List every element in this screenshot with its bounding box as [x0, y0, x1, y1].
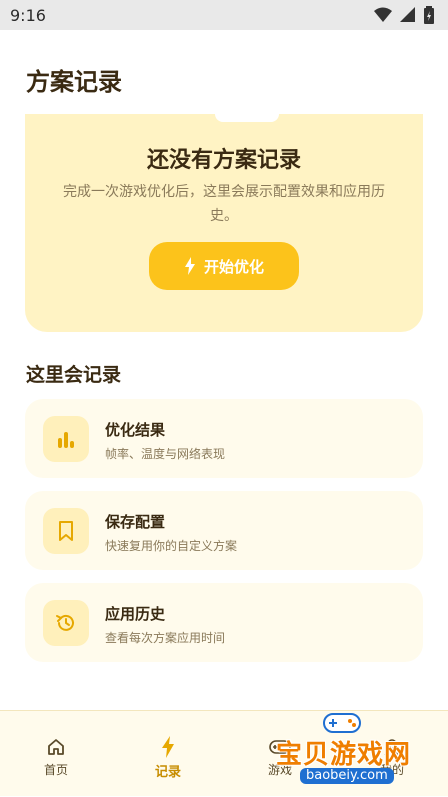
feature-title: 优化结果 — [105, 421, 166, 439]
lightning-icon — [184, 257, 195, 275]
nav-label: 首页 — [43, 763, 68, 777]
nav-item-home[interactable]: 首页 — [0, 711, 112, 797]
feature-icon-box — [43, 600, 89, 646]
empty-state-card: 还没有方案记录 完成一次游戏优化后，这里会展示配置效果和应用历史。 开始优化 — [25, 114, 423, 332]
feature-card-results: 优化结果 帧率、温度与网络表现 — [25, 399, 423, 478]
feature-icon-box — [43, 416, 89, 462]
status-bar: 9:16 — [0, 0, 448, 30]
page-title: 方案记录 — [26, 68, 122, 96]
feature-card-save: 保存配置 快速复用你的自定义方案 — [25, 491, 423, 570]
watermark-gamepad-icon — [323, 713, 361, 733]
feature-title: 应用历史 — [105, 605, 166, 623]
card-notch — [215, 114, 279, 122]
nav-item-records[interactable]: 记录 — [112, 711, 224, 797]
watermark-text: 宝贝游戏网 — [276, 740, 412, 770]
feature-title: 保存配置 — [105, 513, 166, 531]
feature-card-history: 应用历史 查看每次方案应用时间 — [25, 583, 423, 662]
empty-state-description: 完成一次游戏优化后，这里会展示配置效果和应用历史。 — [63, 184, 385, 224]
watermark-url: baobeiy.com — [300, 768, 394, 784]
home-icon — [48, 739, 64, 755]
section-title: 这里会记录 — [26, 364, 122, 386]
lightning-icon — [162, 736, 174, 758]
signal-icon — [400, 7, 415, 22]
status-time: 9:16 — [10, 5, 46, 25]
feature-desc: 快速复用你的自定义方案 — [105, 539, 238, 553]
bar-chart-icon — [58, 432, 74, 448]
start-optimize-button[interactable]: 开始优化 — [149, 242, 299, 290]
wifi-icon — [374, 7, 392, 22]
watermark: 宝贝游戏网 baobeiy.com — [272, 706, 422, 784]
feature-desc: 查看每次方案应用时间 — [105, 631, 226, 645]
history-icon — [56, 614, 74, 631]
empty-state-title: 还没有方案记录 — [146, 148, 301, 173]
nav-label: 记录 — [154, 765, 181, 780]
bookmark-icon — [59, 521, 73, 541]
start-optimize-label: 开始优化 — [203, 257, 264, 276]
feature-icon-box — [43, 508, 89, 554]
feature-desc: 帧率、温度与网络表现 — [105, 447, 226, 461]
battery-icon — [424, 6, 434, 24]
status-icons — [374, 6, 434, 24]
